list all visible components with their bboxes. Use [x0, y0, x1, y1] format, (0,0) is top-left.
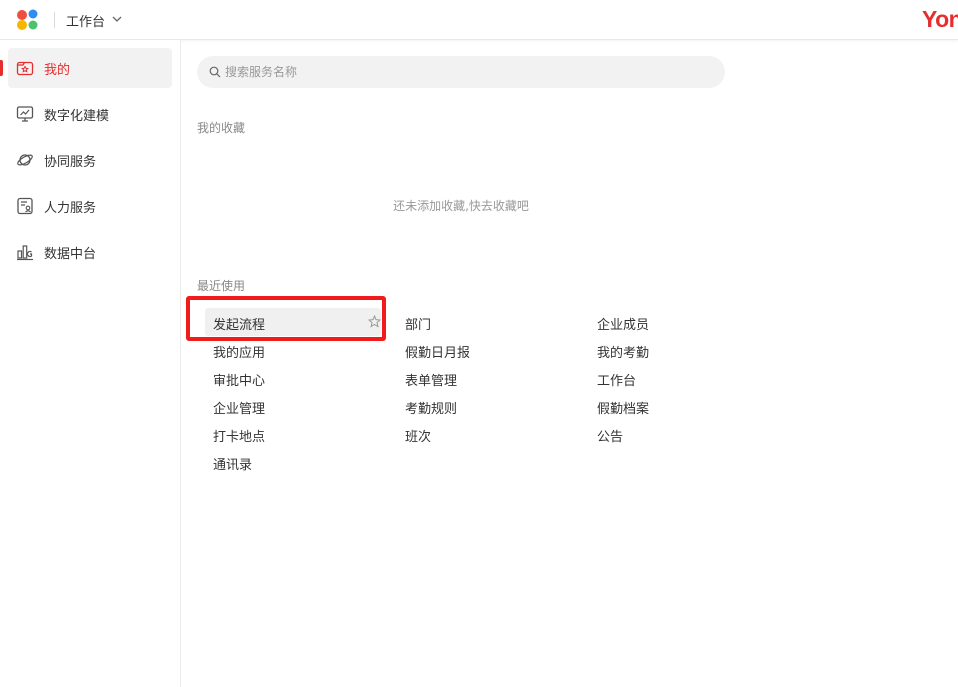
recent-item-shifts[interactable]: 班次 [397, 420, 573, 448]
service-search [197, 56, 725, 88]
sidebar-item-label: 人力服务 [44, 201, 97, 216]
person-doc-icon [17, 197, 33, 215]
sidebar-item-label: 协同服务 [44, 155, 97, 170]
workspace-switcher[interactable]: 工作台 [66, 11, 105, 30]
recent-item-clock-in-location[interactable]: 打卡地点 [205, 420, 381, 448]
recent-item-workbench[interactable]: 工作台 [589, 364, 765, 392]
favorites-title: 我的收藏 [197, 121, 246, 135]
recent-item-label: 假勤日月报 [405, 346, 471, 361]
search-input[interactable] [225, 56, 705, 88]
chevron-down-icon[interactable] [111, 13, 123, 25]
recent-item-label: 通讯录 [213, 458, 253, 473]
recent-item-label: 公告 [597, 430, 624, 445]
sidebar-item-collaboration[interactable]: 协同服务 [8, 140, 172, 180]
sidebar-item-label: 数据中台 [44, 247, 97, 262]
recent-item-approval-center[interactable]: 审批中心 [205, 364, 381, 392]
recent-item-announcement[interactable]: 公告 [589, 420, 765, 448]
recent-item-label: 企业成员 [597, 318, 650, 333]
highlight-box [186, 296, 386, 341]
recent-item-enterprise-members[interactable]: 企业成员 [589, 308, 765, 336]
recent-item-label: 班次 [405, 430, 432, 445]
recent-item-leave-daily-monthly[interactable]: 假勤日月报 [397, 336, 573, 364]
top-bar: 工作台 Yon [0, 0, 958, 40]
recent-item-my-attendance[interactable]: 我的考勤 [589, 336, 765, 364]
recent-item-label: 工作台 [597, 374, 637, 389]
active-indicator [0, 60, 3, 76]
sidebar-item-data-center[interactable]: 数据中台 [8, 232, 172, 272]
sidebar-item-hr-services[interactable]: 人力服务 [8, 186, 172, 226]
recent-item-label: 打卡地点 [213, 430, 266, 445]
bar-chart-icon [17, 245, 33, 261]
recent-item-contacts[interactable]: 通讯录 [205, 448, 381, 476]
sidebar: 我的 数字化建模 协同服务 人力服务 数据中台 [0, 40, 181, 687]
sidebar-item-mine[interactable]: 我的 [0, 48, 172, 88]
recent-item-label: 我的应用 [213, 346, 266, 361]
header-divider [54, 12, 55, 28]
app-logo-icon[interactable] [16, 9, 40, 31]
brand-logo-text: Yon [922, 6, 958, 32]
recent-item-label: 我的考勤 [597, 346, 650, 361]
recent-item-label: 表单管理 [405, 374, 458, 389]
recent-item-label: 部门 [405, 318, 432, 333]
recent-item-department[interactable]: 部门 [397, 308, 573, 336]
monitor-chart-icon [16, 106, 34, 122]
sidebar-item-label: 我的 [44, 63, 71, 78]
planet-icon [17, 154, 33, 166]
recent-item-label: 企业管理 [213, 402, 266, 417]
my-favorites-icon [16, 61, 34, 76]
recent-item-label: 考勤规则 [405, 402, 458, 417]
recent-item-attendance-rules[interactable]: 考勤规则 [397, 392, 573, 420]
search-icon [209, 66, 221, 78]
recent-item-enterprise-mgmt[interactable]: 企业管理 [205, 392, 381, 420]
sidebar-item-digital-modeling[interactable]: 数字化建模 [8, 94, 172, 134]
sidebar-item-label: 数字化建模 [44, 109, 110, 124]
recent-item-label: 假勤档案 [597, 402, 650, 417]
recent-item-form-mgmt[interactable]: 表单管理 [397, 364, 573, 392]
recent-title: 最近使用 [197, 279, 246, 293]
favorites-empty-text: 还未添加收藏,快去收藏吧 [393, 199, 529, 213]
recent-item-label: 审批中心 [213, 374, 266, 389]
recent-item-leave-archive[interactable]: 假勤档案 [589, 392, 765, 420]
